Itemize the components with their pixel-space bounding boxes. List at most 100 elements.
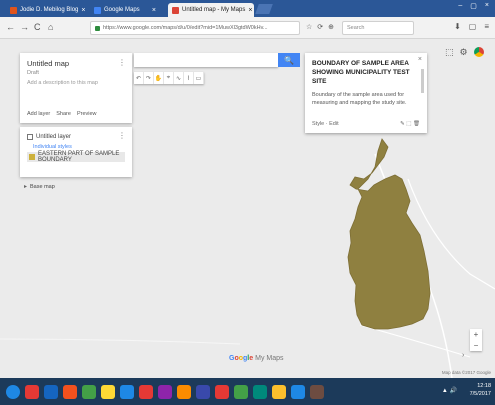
card-scrollbar[interactable] bbox=[421, 69, 424, 93]
map-options-menu-icon[interactable]: ⋮ bbox=[118, 58, 126, 67]
home-button[interactable]: ⌂ bbox=[48, 22, 53, 32]
taskbar-app-icon[interactable] bbox=[82, 384, 96, 399]
browser-toolbar: ← → C ⌂ https://www.google.com/maps/d/u/… bbox=[0, 17, 495, 39]
maps-favicon-icon bbox=[94, 6, 101, 14]
tab-my-maps[interactable]: Untitled map - My Maps × bbox=[168, 3, 254, 17]
draw-line-icon[interactable]: ∿ bbox=[174, 72, 184, 84]
browser-search-input[interactable]: Search bbox=[342, 21, 414, 35]
bookmark-star-icon[interactable]: ☆ bbox=[306, 23, 312, 31]
zoom-icon[interactable]: ⊕ bbox=[328, 23, 334, 31]
undo-icon[interactable]: ↶ bbox=[134, 72, 144, 84]
taskbar-app-icon[interactable] bbox=[139, 384, 153, 399]
minimize-button[interactable]: – bbox=[458, 2, 462, 10]
extension-icon[interactable] bbox=[473, 47, 484, 57]
style-edit-links[interactable]: Style · Edit bbox=[312, 121, 339, 127]
directions-icon[interactable]: ⌇ bbox=[184, 72, 194, 84]
address-url: https://www.google.com/maps/d/u/0/edit?m… bbox=[103, 25, 268, 31]
close-tab-icon[interactable]: × bbox=[81, 7, 85, 14]
reload-button[interactable]: C bbox=[34, 22, 41, 32]
layers-icon[interactable]: ⬚ bbox=[445, 47, 454, 58]
add-marker-icon[interactable]: ⌖ bbox=[164, 72, 174, 84]
taskbar-app-icon[interactable] bbox=[25, 384, 39, 399]
layer-name[interactable]: Untitled layer bbox=[36, 134, 71, 140]
map-save-status: Draft bbox=[27, 70, 39, 76]
chevron-right-icon[interactable]: › bbox=[462, 352, 464, 359]
secure-lock-icon bbox=[95, 25, 100, 31]
sample-boundary-polygon[interactable] bbox=[347, 138, 431, 330]
tab-title: Jodie D. Mebilog Blog bbox=[20, 7, 79, 13]
clock[interactable]: 12:18 7/5/2017 bbox=[470, 382, 491, 398]
google-my-maps-logo: Google My Maps bbox=[229, 355, 284, 362]
measure-icon[interactable]: ▭ bbox=[194, 72, 204, 84]
map-canvas[interactable]: Untitled map Draft Add a description to … bbox=[0, 39, 495, 378]
taskbar-app-icon[interactable] bbox=[63, 384, 77, 399]
system-tray-icons[interactable]: ▲ 🔊 bbox=[442, 387, 457, 394]
hand-tool-icon[interactable]: ✋ bbox=[154, 72, 164, 84]
download-icon[interactable]: ⬇ bbox=[454, 22, 461, 31]
layer-panel: Untitled layer ⋮ Individual styles EASTE… bbox=[20, 127, 132, 177]
window-controls: – ▢ × bbox=[458, 2, 489, 10]
feature-description[interactable]: Boundary of the sample area used for mea… bbox=[312, 91, 416, 107]
share-button[interactable]: Share bbox=[56, 111, 71, 117]
add-layer-button[interactable]: Add layer bbox=[27, 111, 50, 117]
blog-favicon-icon bbox=[10, 6, 17, 14]
redo-icon[interactable]: ↷ bbox=[144, 72, 154, 84]
preview-button[interactable]: Preview bbox=[77, 111, 97, 117]
toolbar-right-icons: ⬇ ▢ ≡ bbox=[454, 22, 489, 31]
logo-suffix: My Maps bbox=[255, 355, 284, 362]
feature-title[interactable]: BOUNDARY OF SAMPLE AREA SHOWING MUNICIPA… bbox=[312, 59, 416, 86]
layer-options-menu-icon[interactable]: ⋮ bbox=[118, 131, 126, 140]
map-top-right-icons: ⬚ ⚙ bbox=[445, 47, 484, 58]
map-search-input[interactable] bbox=[134, 53, 278, 67]
start-button-icon[interactable] bbox=[6, 384, 20, 399]
taskbar-app-icon[interactable] bbox=[158, 384, 172, 399]
taskbar-app-icon[interactable] bbox=[120, 384, 134, 399]
layer-visibility-checkbox[interactable] bbox=[27, 134, 33, 140]
clock-date: 7/5/2017 bbox=[469, 391, 491, 397]
screen-icon[interactable]: ▢ bbox=[469, 22, 477, 31]
back-button[interactable]: ← bbox=[6, 22, 15, 32]
layer-header: Untitled layer bbox=[27, 132, 125, 142]
taskbar-app-icon[interactable] bbox=[234, 384, 248, 399]
search-icon: 🔍 bbox=[284, 55, 294, 65]
feature-color-swatch bbox=[29, 154, 35, 160]
zoom-in-button[interactable]: + bbox=[474, 330, 479, 339]
menu-icon[interactable]: ≡ bbox=[484, 22, 489, 31]
windows-taskbar: ▲ 🔊 12:18 7/5/2017 bbox=[0, 378, 495, 405]
card-footer: Style · Edit ✎ ⬚ 🗑 bbox=[312, 121, 420, 127]
close-tab-icon[interactable]: × bbox=[248, 7, 252, 14]
expand-arrow-icon: ▸ bbox=[24, 184, 28, 190]
card-action-icons[interactable]: ✎ ⬚ 🗑 bbox=[400, 121, 420, 127]
new-tab-button[interactable] bbox=[255, 4, 273, 14]
map-title[interactable]: Untitled map bbox=[27, 59, 125, 68]
taskbar-app-icon[interactable] bbox=[291, 384, 305, 399]
road-line bbox=[359, 324, 471, 358]
close-icon[interactable]: × bbox=[418, 56, 422, 63]
zoom-controls: + − bbox=[470, 329, 482, 351]
map-search-button[interactable]: 🔍 bbox=[278, 53, 300, 67]
taskbar-app-icon[interactable] bbox=[44, 384, 58, 399]
close-window-button[interactable]: × bbox=[485, 2, 489, 10]
tab-blog[interactable]: Jodie D. Mebilog Blog × bbox=[6, 3, 88, 17]
taskbar-app-icon[interactable] bbox=[196, 384, 210, 399]
taskbar-app-icon[interactable] bbox=[101, 384, 115, 399]
refresh-icon[interactable]: ⟳ bbox=[317, 23, 323, 31]
feature-name: EASTERN PART OF SAMPLE BOUNDARY bbox=[38, 151, 120, 163]
taskbar-app-icon[interactable] bbox=[272, 384, 286, 399]
address-bar[interactable]: https://www.google.com/maps/d/u/0/edit?m… bbox=[90, 21, 300, 35]
zoom-out-button[interactable]: − bbox=[474, 341, 479, 350]
settings-icon[interactable]: ⚙ bbox=[460, 47, 468, 58]
road-line bbox=[0, 338, 241, 345]
feature-item[interactable]: EASTERN PART OF SAMPLE BOUNDARY bbox=[27, 151, 125, 163]
taskbar-app-icon[interactable] bbox=[253, 384, 267, 399]
taskbar-app-icon[interactable] bbox=[310, 384, 324, 399]
tab-google-maps[interactable]: Google Maps × bbox=[90, 3, 160, 17]
map-description[interactable]: Add a description to this map bbox=[27, 80, 125, 86]
close-tab-icon[interactable]: × bbox=[152, 7, 156, 14]
maximize-button[interactable]: ▢ bbox=[470, 2, 477, 10]
taskbar-app-icon[interactable] bbox=[215, 384, 229, 399]
forward-button[interactable]: → bbox=[20, 22, 29, 32]
map-actions: Add layer Share Preview bbox=[27, 111, 97, 117]
taskbar-app-icon[interactable] bbox=[177, 384, 191, 399]
base-map-toggle[interactable]: ▸ Base map bbox=[24, 183, 55, 191]
